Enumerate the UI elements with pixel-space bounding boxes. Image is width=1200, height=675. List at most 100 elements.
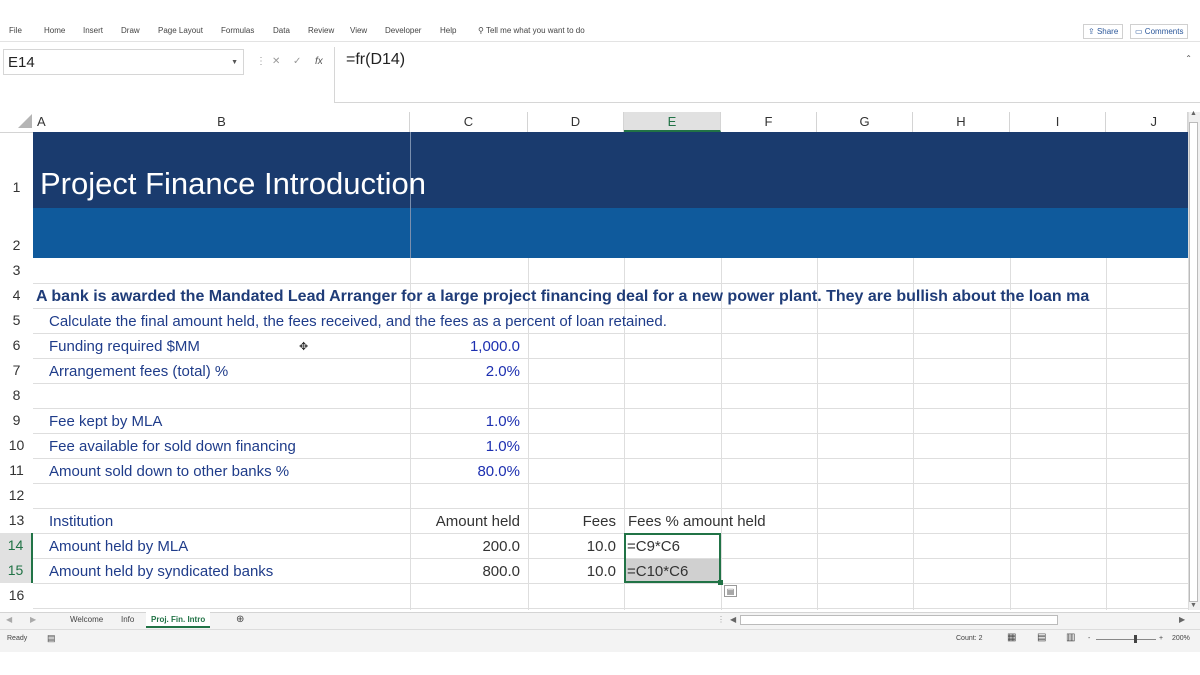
column-header-i[interactable]: I bbox=[1010, 112, 1106, 132]
cell-b5[interactable]: Calculate the final amount held, the fee… bbox=[49, 309, 667, 334]
page-layout-view-icon[interactable]: ▤ bbox=[1037, 632, 1046, 643]
cell-d14[interactable]: 10.0 bbox=[528, 534, 616, 559]
column-header-e[interactable]: E bbox=[624, 112, 721, 132]
column-header-b[interactable]: B bbox=[33, 112, 410, 132]
chevron-down-icon[interactable]: ▼ bbox=[231, 50, 238, 76]
row-header-13[interactable]: 13 bbox=[0, 508, 33, 533]
column-header-g[interactable]: G bbox=[817, 112, 913, 132]
cell-c14[interactable]: 200.0 bbox=[410, 534, 520, 559]
macro-record-icon[interactable]: ▤ bbox=[47, 633, 56, 644]
row-header-16[interactable]: 16 bbox=[0, 583, 33, 608]
scroll-tabs-left-icon[interactable]: ◀ bbox=[6, 612, 12, 628]
quick-analysis-icon[interactable]: ▤ bbox=[724, 585, 737, 597]
row-header-11[interactable]: 11 bbox=[0, 458, 33, 483]
cell-c11[interactable]: 80.0% bbox=[410, 459, 520, 484]
cell-b7[interactable]: Arrangement fees (total) % bbox=[49, 359, 228, 384]
scroll-right-icon[interactable]: ▶ bbox=[1179, 612, 1185, 628]
row-header-2[interactable]: 2 bbox=[0, 233, 33, 258]
cell-a4[interactable]: A bank is awarded the Mandated Lead Arra… bbox=[36, 284, 1186, 309]
cell-b15[interactable]: Amount held by syndicated banks bbox=[49, 559, 273, 584]
fill-handle[interactable] bbox=[718, 580, 723, 585]
cell-c13[interactable]: Amount held bbox=[410, 509, 520, 534]
column-header-d[interactable]: D bbox=[528, 112, 624, 132]
formula-input[interactable]: =fr(D14) bbox=[334, 47, 1200, 103]
zoom-level[interactable]: 200% bbox=[1172, 635, 1190, 642]
comments-button[interactable]: ▭ Comments bbox=[1130, 24, 1189, 39]
enter-icon[interactable]: ✓ bbox=[293, 56, 301, 67]
tell-me-search[interactable]: ⚲ Tell me what you want to do bbox=[478, 26, 585, 35]
share-button[interactable]: ⇪ Share bbox=[1083, 24, 1124, 39]
row-header-12[interactable]: 12 bbox=[0, 483, 33, 508]
tab-splitter-icon[interactable]: ⋮ bbox=[717, 612, 725, 628]
row-header-4[interactable]: 4 bbox=[0, 283, 33, 308]
row-header-1[interactable]: 1 bbox=[0, 172, 33, 202]
tab-file[interactable]: File bbox=[9, 26, 22, 35]
cell-b11[interactable]: Amount sold down to other banks % bbox=[49, 459, 289, 484]
cell-b10[interactable]: Fee available for sold down financing bbox=[49, 434, 296, 459]
horizontal-scrollbar[interactable] bbox=[740, 615, 1058, 625]
row-header-7[interactable]: 7 bbox=[0, 358, 33, 383]
cell-c6[interactable]: 1,000.0 bbox=[410, 334, 520, 359]
tab-page-layout[interactable]: Page Layout bbox=[158, 26, 203, 35]
row-header-5[interactable]: 5 bbox=[0, 308, 33, 333]
name-box[interactable]: E14 ▼ bbox=[3, 49, 244, 75]
vertical-scroll-thumb[interactable] bbox=[1189, 122, 1198, 602]
tab-developer[interactable]: Developer bbox=[385, 26, 421, 35]
row-header-3[interactable]: 3 bbox=[0, 258, 33, 283]
cursor-icon: ✥ bbox=[299, 341, 309, 353]
cell-d15[interactable]: 10.0 bbox=[528, 559, 616, 584]
scroll-tabs-right-icon[interactable]: ▶ bbox=[30, 612, 36, 628]
column-header-c[interactable]: C bbox=[410, 112, 528, 132]
row-header-15[interactable]: 15 bbox=[0, 558, 33, 583]
tab-data[interactable]: Data bbox=[273, 26, 290, 35]
gridline bbox=[33, 608, 1188, 609]
tab-review[interactable]: Review bbox=[308, 26, 334, 35]
sheet-tab-info[interactable]: Info bbox=[121, 612, 134, 628]
zoom-out-icon[interactable]: - bbox=[1088, 635, 1090, 642]
column-header-h[interactable]: H bbox=[913, 112, 1010, 132]
sheet-tab-welcome[interactable]: Welcome bbox=[70, 612, 103, 628]
scroll-up-icon[interactable]: ▲ bbox=[1190, 110, 1197, 117]
zoom-in-icon[interactable]: + bbox=[1159, 635, 1163, 642]
cell-c15[interactable]: 800.0 bbox=[410, 559, 520, 584]
normal-view-icon[interactable]: ▦ bbox=[1007, 632, 1016, 643]
cell-e13[interactable]: Fees % amount held bbox=[628, 509, 766, 534]
cell-c7[interactable]: 2.0% bbox=[410, 359, 520, 384]
tab-formulas[interactable]: Formulas bbox=[221, 26, 254, 35]
row-header-14[interactable]: 14 bbox=[0, 533, 33, 558]
cell-c10[interactable]: 1.0% bbox=[410, 434, 520, 459]
cell-c9[interactable]: 1.0% bbox=[410, 409, 520, 434]
tab-view[interactable]: View bbox=[350, 26, 367, 35]
cell-b9[interactable]: Fee kept by MLA bbox=[49, 409, 162, 434]
select-all-corner[interactable] bbox=[18, 114, 32, 128]
column-header-f[interactable]: F bbox=[721, 112, 817, 132]
insert-function-icon[interactable]: fx bbox=[315, 56, 323, 67]
tab-insert[interactable]: Insert bbox=[83, 26, 103, 35]
gridline bbox=[33, 408, 1188, 409]
scroll-down-icon[interactable]: ▼ bbox=[1190, 602, 1197, 609]
tab-home[interactable]: Home bbox=[44, 26, 65, 35]
column-header-j[interactable]: J bbox=[1106, 112, 1188, 132]
cancel-icon[interactable]: ✕ bbox=[272, 56, 280, 67]
page-break-view-icon[interactable]: ▥ bbox=[1066, 632, 1075, 643]
zoom-slider-thumb[interactable] bbox=[1134, 635, 1137, 643]
subtitle-band bbox=[33, 208, 1188, 258]
tab-help[interactable]: Help bbox=[440, 26, 456, 35]
row-header-10[interactable]: 10 bbox=[0, 433, 33, 458]
cell-d13[interactable]: Fees bbox=[528, 509, 616, 534]
row-header-9[interactable]: 9 bbox=[0, 408, 33, 433]
sheet-tab-proj-fin-intro[interactable]: Proj. Fin. Intro bbox=[146, 612, 211, 628]
row-header-6[interactable]: 6 bbox=[0, 333, 33, 358]
column-headers: A B C D E F G H I J bbox=[0, 112, 1188, 133]
row-header-8[interactable]: 8 bbox=[0, 383, 33, 408]
cell-b6[interactable]: Funding required $MM bbox=[49, 334, 200, 359]
share-icon: ⇪ bbox=[1088, 27, 1095, 36]
tab-draw[interactable]: Draw bbox=[121, 26, 140, 35]
collapse-formula-bar-icon[interactable]: ⌃ bbox=[1185, 54, 1192, 63]
cell-b14[interactable]: Amount held by MLA bbox=[49, 534, 188, 559]
cell-b13[interactable]: Institution bbox=[49, 509, 113, 534]
sheet-title[interactable]: Project Finance Introduction bbox=[40, 166, 426, 202]
scroll-left-icon[interactable]: ◀ bbox=[730, 612, 736, 628]
zoom-slider-track[interactable] bbox=[1096, 639, 1156, 640]
add-sheet-icon[interactable]: ⊕ bbox=[236, 612, 244, 628]
